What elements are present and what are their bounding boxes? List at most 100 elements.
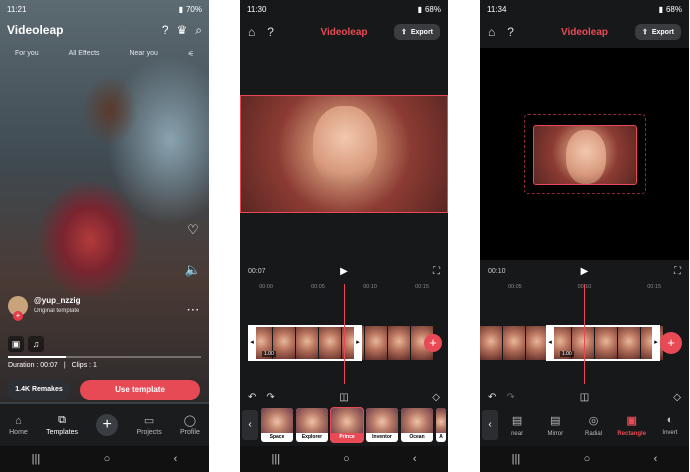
rectangle-mask-icon: ▣ bbox=[626, 414, 637, 427]
help-icon[interactable]: ? bbox=[267, 25, 274, 39]
remakes-button[interactable]: 1.4K Remakes bbox=[7, 380, 71, 400]
status-bar: 11:34 ▮ 68% bbox=[480, 0, 689, 18]
profile-icon: ◯ bbox=[183, 415, 197, 427]
follow-plus-icon[interactable]: + bbox=[13, 311, 23, 321]
back-chevron-icon[interactable]: ‹ bbox=[482, 410, 498, 440]
home-nav-icon[interactable]: ○ bbox=[104, 453, 111, 465]
fullscreen-icon[interactable]: ⛶ bbox=[674, 266, 681, 277]
battery-icon: ▮ bbox=[417, 4, 422, 14]
templates-icon: ⧉ bbox=[58, 414, 66, 426]
undo-icon[interactable]: ↶ bbox=[248, 392, 256, 403]
fullscreen-icon[interactable]: ⛶ bbox=[433, 266, 440, 277]
filter-for-you[interactable]: For you bbox=[15, 50, 39, 58]
mask-linear[interactable]: ▤ near bbox=[498, 414, 536, 437]
radial-mask-icon: ◎ bbox=[588, 414, 599, 427]
trim-right-handle[interactable]: ▸ bbox=[354, 325, 362, 361]
masked-video[interactable] bbox=[533, 125, 637, 185]
share-icon: ⇪ bbox=[400, 29, 407, 36]
selected-clip[interactable]: ◂ ▸ 1.00 bbox=[546, 325, 660, 361]
crown-icon[interactable]: ♛ bbox=[177, 23, 188, 38]
use-template-button[interactable]: Use template bbox=[80, 380, 200, 400]
create-project-button[interactable]: + bbox=[96, 414, 119, 436]
mask-mirror[interactable]: ▤ Mirror bbox=[536, 414, 574, 437]
mask-rectangle[interactable]: ▣ Rectangle bbox=[613, 414, 651, 437]
tab-profile[interactable]: ◯ Profile bbox=[180, 414, 200, 436]
trim-left-handle[interactable]: ◂ bbox=[248, 325, 256, 361]
feed-filters: For you All Effects Near you ⚟ bbox=[0, 50, 209, 58]
undo-icon[interactable]: ↶ bbox=[488, 392, 496, 403]
back-chevron-icon[interactable]: ‹ bbox=[242, 410, 258, 440]
play-icon[interactable]: ▶ bbox=[581, 266, 589, 277]
mask-invert[interactable]: ◐ Invert bbox=[651, 414, 689, 436]
template-chips: ▣ ♫ bbox=[8, 336, 44, 352]
share-icon: ⇪ bbox=[641, 29, 648, 36]
home-icon[interactable]: ⌂ bbox=[488, 25, 495, 39]
timeline-frame bbox=[365, 326, 387, 360]
video-chip-icon[interactable]: ▣ bbox=[8, 336, 24, 352]
keyframe-icon[interactable]: ◇ bbox=[432, 392, 440, 403]
invert-mask-icon: ◐ bbox=[666, 414, 674, 426]
playhead[interactable] bbox=[344, 284, 345, 384]
home-icon[interactable]: ⌂ bbox=[248, 25, 255, 39]
mask-radial[interactable]: ◎ Radial bbox=[574, 414, 612, 437]
linear-mask-icon: ▤ bbox=[511, 414, 523, 427]
music-chip-icon[interactable]: ♫ bbox=[28, 336, 44, 352]
playback-controls: 00:07 ▶ ⛶ bbox=[248, 266, 440, 277]
tab-templates[interactable]: ⧉ Templates bbox=[46, 414, 78, 436]
redo-icon[interactable]: ↷ bbox=[266, 392, 274, 403]
like-icon[interactable]: ♡ bbox=[187, 222, 199, 238]
status-time: 11:21 bbox=[7, 4, 27, 14]
add-clip-button[interactable]: + bbox=[424, 334, 442, 352]
filter-all-effects[interactable]: All Effects bbox=[69, 50, 100, 58]
effect-ocean[interactable]: Ocean bbox=[401, 408, 433, 442]
battery-icon: ▮ bbox=[658, 4, 663, 14]
home-nav-icon[interactable]: ○ bbox=[584, 453, 591, 465]
status-battery: 68% bbox=[665, 4, 682, 14]
play-icon[interactable]: ▶ bbox=[340, 266, 348, 277]
filter-near-you[interactable]: Near you bbox=[129, 50, 157, 58]
redo-icon[interactable]: ↷ bbox=[506, 392, 514, 403]
export-button[interactable]: ⇪ Export bbox=[634, 24, 681, 40]
edit-history-controls: ↶ ↷ ◫ ◇ bbox=[488, 392, 681, 403]
effect-prince[interactable]: Prince bbox=[330, 407, 364, 443]
sound-icon[interactable]: 🔈 bbox=[185, 262, 201, 278]
home-nav-icon[interactable]: ○ bbox=[343, 453, 350, 465]
effect-space[interactable]: Space bbox=[261, 408, 293, 442]
tab-projects[interactable]: ▭ Projects bbox=[136, 414, 161, 436]
compare-icon[interactable]: ◫ bbox=[580, 392, 589, 403]
video-progress bbox=[8, 356, 201, 358]
home-icon: ⌂ bbox=[15, 414, 22, 427]
keyframe-icon[interactable]: ◇ bbox=[673, 392, 681, 403]
subject-face bbox=[313, 106, 377, 186]
status-time: 11:30 bbox=[247, 4, 267, 14]
editor-top-bar: ⌂ ? Videoleap ⇪ Export bbox=[480, 18, 689, 46]
trim-left-handle[interactable]: ◂ bbox=[546, 325, 554, 361]
editor-top-bar: ⌂ ? Videoleap ⇪ Export bbox=[240, 18, 448, 46]
help-icon[interactable]: ? bbox=[507, 25, 514, 39]
playhead[interactable] bbox=[584, 284, 585, 384]
export-button[interactable]: ⇪ Export bbox=[393, 24, 440, 40]
help-icon[interactable]: ? bbox=[162, 23, 169, 38]
trim-right-handle[interactable]: ▸ bbox=[652, 325, 660, 361]
avatar[interactable]: + bbox=[8, 296, 28, 321]
current-time: 00:10 bbox=[488, 268, 506, 275]
creator-username[interactable]: @yup_nzzig bbox=[34, 296, 80, 305]
tab-home[interactable]: ⌂ Home bbox=[9, 415, 28, 436]
back-nav-icon[interactable]: ‹ bbox=[413, 453, 417, 465]
effect-partial[interactable]: A bbox=[436, 408, 446, 442]
effect-explorer[interactable]: Explorer bbox=[296, 408, 328, 442]
effect-inventor[interactable]: Inventor bbox=[366, 408, 398, 442]
add-clip-button[interactable]: + bbox=[660, 332, 682, 354]
back-nav-icon[interactable]: ‹ bbox=[654, 453, 658, 465]
recents-icon[interactable]: ||| bbox=[512, 453, 521, 465]
filter-settings-icon[interactable]: ⚟ bbox=[188, 50, 194, 58]
recents-icon[interactable]: ||| bbox=[272, 453, 281, 465]
search-icon[interactable]: ⌕ bbox=[195, 23, 202, 38]
video-canvas[interactable] bbox=[240, 95, 448, 213]
playback-controls: 00:10 ▶ ⛶ bbox=[488, 266, 681, 277]
recents-icon[interactable]: ||| bbox=[32, 453, 41, 465]
compare-icon[interactable]: ◫ bbox=[339, 392, 348, 403]
back-nav-icon[interactable]: ‹ bbox=[174, 453, 178, 465]
more-icon[interactable]: ⋯ bbox=[186, 302, 199, 318]
system-nav-bar: ||| ○ ‹ bbox=[240, 446, 448, 472]
